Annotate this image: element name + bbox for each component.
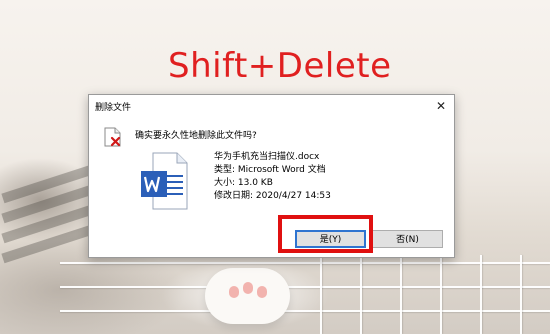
delete-confirmation-question: 确实要永久性地删除此文件吗?: [135, 131, 257, 141]
yes-button-highlight: [278, 215, 373, 253]
cage-bar: [360, 255, 362, 334]
cage-bar: [400, 255, 402, 334]
delete-warning-icon: [104, 127, 121, 147]
cage-bar: [520, 255, 522, 334]
paw-toe: [229, 286, 239, 298]
close-icon[interactable]: ✕: [432, 97, 450, 115]
file-size: 大小: 13.0 KB: [214, 178, 273, 188]
file-info: 华为手机充当扫描仪.docx 类型: Microsoft Word 文档 大小:…: [214, 151, 331, 203]
cat-paw: [205, 268, 290, 324]
file-name: 华为手机充当扫描仪.docx: [214, 152, 320, 162]
cage-bar: [60, 286, 550, 288]
cage-bar: [60, 310, 550, 312]
paw-toe: [257, 286, 267, 298]
paw-toe: [243, 282, 253, 294]
cage-bar: [60, 262, 550, 264]
dialog-title: 删除文件: [95, 103, 132, 113]
cage-bar: [440, 255, 442, 334]
file-modified-date: 修改日期: 2020/4/27 14:53: [214, 191, 331, 201]
delete-file-dialog: 删除文件 ✕ 确实要永久性地删除此文件吗? 华为手机充当扫描仪.docx 类型:…: [88, 94, 455, 258]
file-type: 类型: Microsoft Word 文档: [214, 165, 326, 175]
cage-bar: [480, 255, 482, 334]
no-button[interactable]: 否(N): [372, 230, 443, 248]
dialog-titlebar[interactable]: 删除文件 ✕: [89, 95, 454, 117]
cage-bar: [320, 255, 322, 334]
word-document-icon: [141, 152, 188, 210]
shortcut-overlay-text: Shift+Delete: [168, 46, 392, 86]
